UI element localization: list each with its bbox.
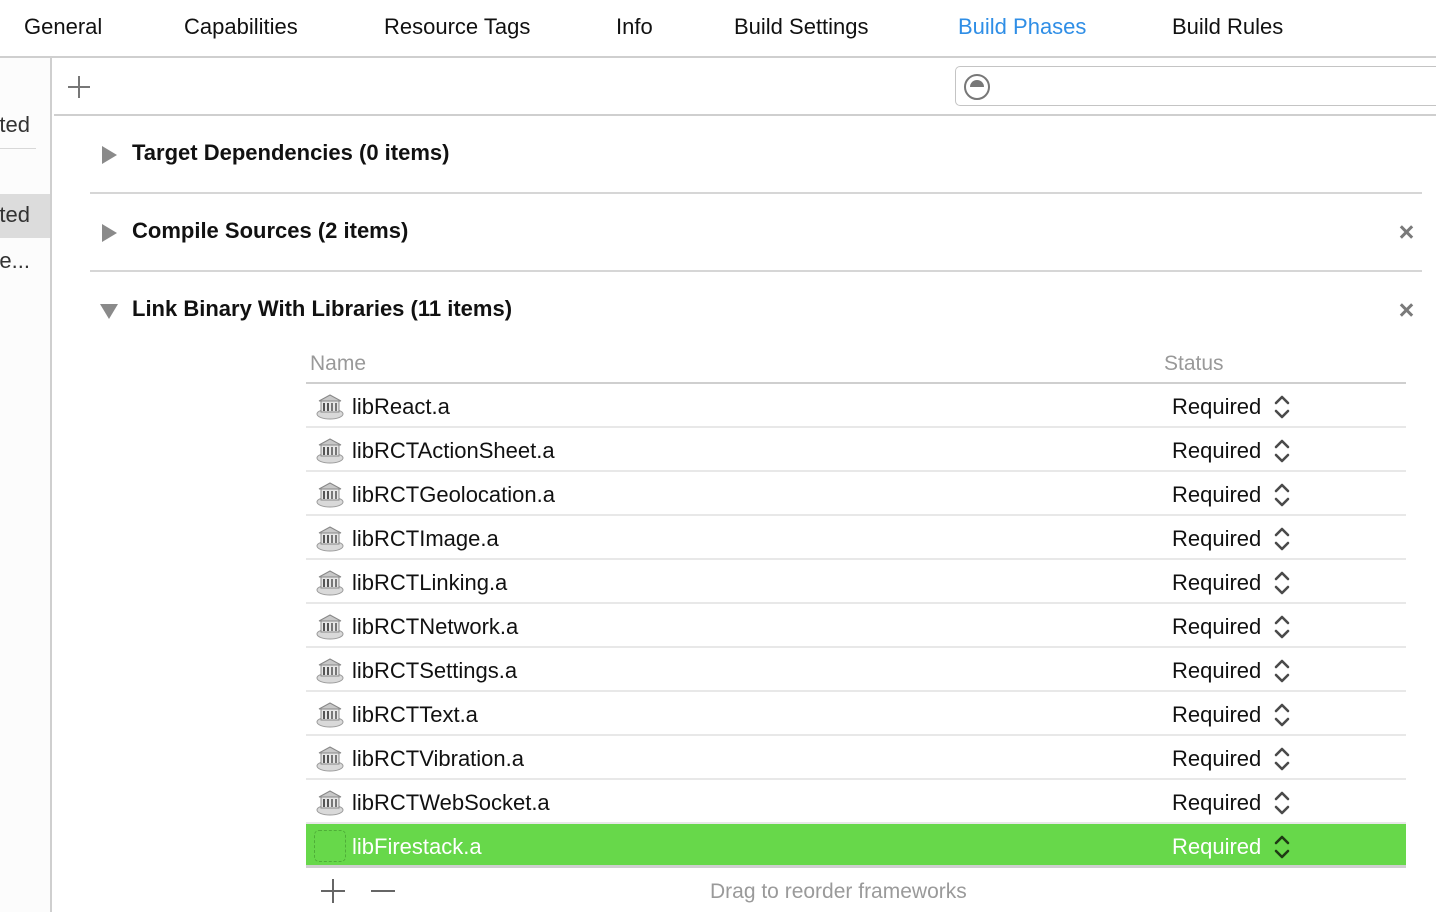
up-down-chevron-icon[interactable] — [1272, 788, 1292, 818]
table-row-librctnetwork[interactable]: libRCTNetwork.a Required — [306, 604, 1406, 648]
table-footer: Drag to reorder frameworks — [306, 868, 1406, 910]
drag-reorder-hint: Drag to reorder frameworks — [710, 880, 967, 903]
filter-field[interactable] — [955, 66, 1436, 106]
status-popup[interactable]: Required — [1172, 394, 1261, 420]
library-icon — [316, 436, 344, 464]
library-icon — [316, 744, 344, 772]
library-name: libRCTLinking.a — [352, 570, 508, 595]
up-down-chevron-icon[interactable] — [1272, 612, 1292, 642]
table-row-librctlinking[interactable]: libRCTLinking.a Required — [306, 560, 1406, 604]
up-down-chevron-icon[interactable] — [1272, 568, 1292, 598]
library-icon — [316, 392, 344, 420]
table-row-librctsettings[interactable]: libRCTSettings.a Required — [306, 648, 1406, 692]
missing-file-icon — [314, 830, 346, 862]
up-down-chevron-icon[interactable] — [1272, 700, 1292, 730]
phase-header[interactable]: Target Dependencies (0 items) — [90, 116, 1422, 194]
table-header: Name Status — [306, 340, 1406, 384]
phase-title: Link Binary With Libraries (11 items) — [132, 296, 513, 321]
disclosure-triangle-icon[interactable] — [100, 304, 118, 319]
phase-title: Target Dependencies (0 items) — [132, 140, 450, 165]
status-popup[interactable]: Required — [1172, 834, 1261, 860]
library-name: libRCTActionSheet.a — [352, 438, 555, 463]
library-name: libRCTVibration.a — [352, 746, 525, 771]
table-row-librctactionsheet[interactable]: libRCTActionSheet.a Required — [306, 428, 1406, 472]
build-phases-toolbar — [54, 58, 1436, 116]
sidebar-item-label: ted — [0, 112, 30, 137]
table-row-libfirestack[interactable]: libFirestack.a Required — [306, 824, 1406, 868]
library-icon — [316, 568, 344, 596]
library-name: libRCTText.a — [352, 702, 478, 727]
tab-build-rules[interactable]: Build Rules — [1172, 14, 1283, 40]
sidebar-item-project[interactable]: ted — [0, 108, 50, 142]
remove-library-button[interactable] — [370, 878, 396, 904]
library-icon — [316, 788, 344, 816]
up-down-chevron-icon[interactable] — [1272, 744, 1292, 774]
phase-title: Compile Sources (2 items) — [132, 218, 409, 243]
table-row-librctimage[interactable]: libRCTImage.a Required — [306, 516, 1406, 560]
status-popup[interactable]: Required — [1172, 790, 1261, 816]
targets-sidebar: ted ted te... — [0, 58, 52, 912]
sidebar-item-label: te... — [0, 248, 30, 273]
status-popup[interactable]: Required — [1172, 702, 1261, 728]
library-icon — [316, 700, 344, 728]
table-row-libreact[interactable]: libReact.a Required — [306, 384, 1406, 428]
library-name: libReact.a — [352, 394, 450, 419]
libraries-table: Name Status libReact.a Required libRCTAc… — [306, 340, 1406, 910]
status-popup[interactable]: Required — [1172, 526, 1261, 552]
up-down-chevron-icon[interactable] — [1272, 832, 1292, 862]
phase-header[interactable]: Compile Sources (2 items) — [90, 194, 1422, 272]
sidebar-item-label: ted — [0, 202, 30, 227]
table-body: libReact.a Required libRCTActionSheet.a … — [306, 384, 1406, 868]
table-row-librcttext[interactable]: libRCTText.a Required — [306, 692, 1406, 736]
phase-compile-sources: Compile Sources (2 items) — [90, 194, 1422, 272]
status-popup[interactable]: Required — [1172, 570, 1261, 596]
status-popup[interactable]: Required — [1172, 746, 1261, 772]
library-name: libRCTNetwork.a — [352, 614, 519, 639]
up-down-chevron-icon[interactable] — [1272, 656, 1292, 686]
table-row-librctwebsocket[interactable]: libRCTWebSocket.a Required — [306, 780, 1406, 824]
up-down-chevron-icon[interactable] — [1272, 480, 1292, 510]
library-name: libFirestack.a — [352, 834, 482, 859]
disclosure-triangle-icon[interactable] — [102, 224, 117, 242]
column-header-status[interactable]: Status — [1164, 352, 1224, 376]
up-down-chevron-icon[interactable] — [1272, 436, 1292, 466]
library-name: libRCTGeolocation.a — [352, 482, 555, 507]
library-icon — [316, 612, 344, 640]
phase-target-dependencies: Target Dependencies (0 items) — [90, 116, 1422, 194]
tab-build-phases[interactable]: Build Phases — [958, 14, 1086, 40]
status-popup[interactable]: Required — [1172, 482, 1261, 508]
table-row-librctgeolocation[interactable]: libRCTGeolocation.a Required — [306, 472, 1406, 516]
filter-input[interactable] — [996, 71, 1436, 101]
library-icon — [316, 656, 344, 684]
phase-link-binary: Link Binary With Libraries (11 items) — [90, 272, 1422, 350]
filter-icon — [964, 74, 990, 100]
column-header-name[interactable]: Name — [310, 352, 366, 376]
status-popup[interactable]: Required — [1172, 658, 1261, 684]
tab-general[interactable]: General — [24, 14, 102, 40]
status-popup[interactable]: Required — [1172, 614, 1261, 640]
tab-capabilities[interactable]: Capabilities — [184, 14, 298, 40]
phase-header[interactable]: Link Binary With Libraries (11 items) — [90, 272, 1422, 350]
table-row-librctvibration[interactable]: libRCTVibration.a Required — [306, 736, 1406, 780]
library-icon — [316, 524, 344, 552]
library-name: libRCTImage.a — [352, 526, 499, 551]
disclosure-triangle-icon[interactable] — [102, 146, 117, 164]
add-build-phase-button[interactable] — [66, 74, 92, 100]
add-library-button[interactable] — [320, 878, 346, 904]
status-popup[interactable]: Required — [1172, 438, 1261, 464]
library-name: libRCTSettings.a — [352, 658, 518, 683]
sidebar-item-target[interactable]: te... — [0, 244, 50, 280]
tab-resource-tags[interactable]: Resource Tags — [384, 14, 530, 40]
up-down-chevron-icon[interactable] — [1272, 392, 1292, 422]
tab-build-settings[interactable]: Build Settings — [734, 14, 869, 40]
delete-phase-icon[interactable] — [1396, 222, 1416, 242]
library-icon — [316, 480, 344, 508]
library-name: libRCTWebSocket.a — [352, 790, 550, 815]
sidebar-divider — [0, 148, 36, 149]
sidebar-item-target-selected[interactable]: ted — [0, 194, 50, 238]
tab-info[interactable]: Info — [616, 14, 653, 40]
delete-phase-icon[interactable] — [1396, 300, 1416, 320]
up-down-chevron-icon[interactable] — [1272, 524, 1292, 554]
editor-tab-bar: General Capabilities Resource Tags Info … — [0, 0, 1436, 58]
